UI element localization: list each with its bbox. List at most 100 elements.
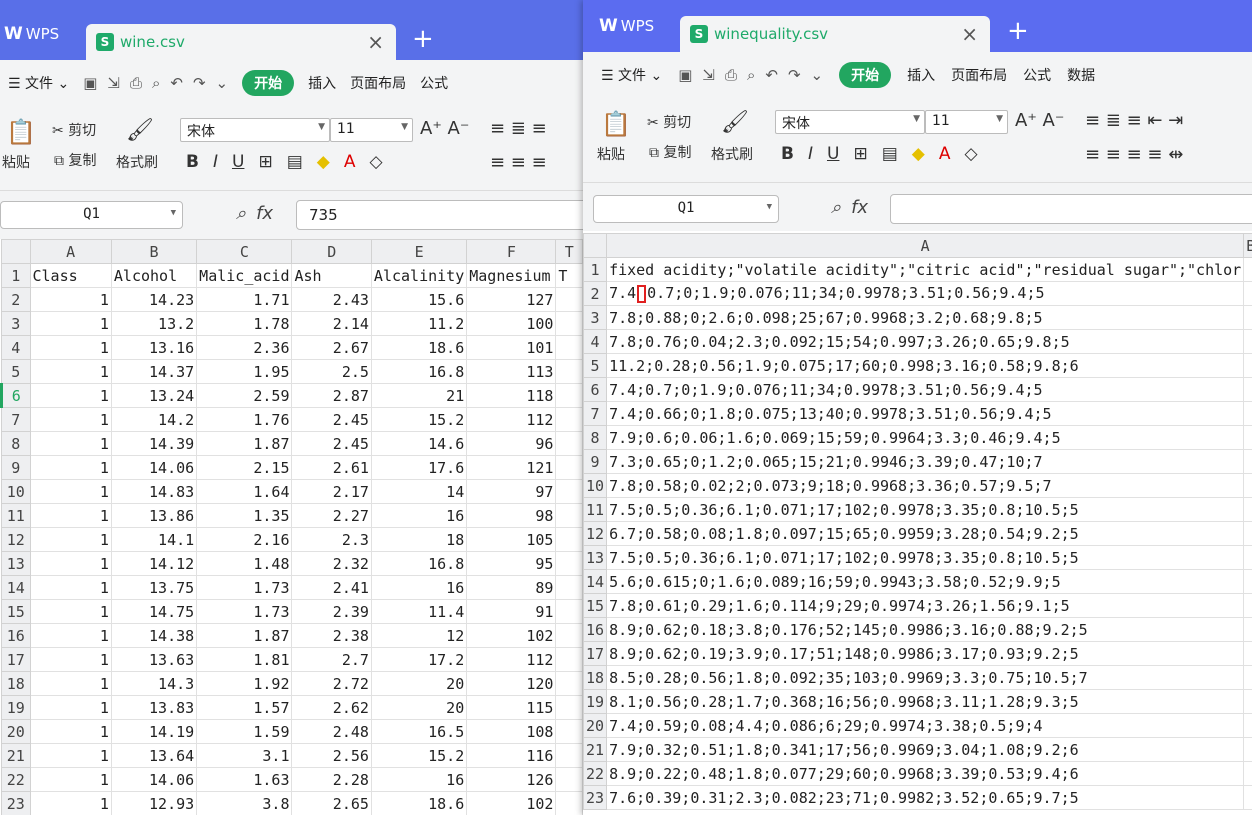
data-cell[interactable]: 1.57: [196, 695, 293, 720]
row-header[interactable]: 19: [583, 689, 608, 714]
row-header[interactable]: 23: [583, 785, 608, 810]
tab-insert[interactable]: 插入: [308, 73, 336, 93]
data-cell[interactable]: 1: [29, 479, 112, 504]
data-cell[interactable]: 1: [29, 791, 112, 815]
data-cell[interactable]: 2.5: [291, 359, 372, 384]
data-cell[interactable]: [1243, 377, 1252, 402]
data-cell[interactable]: 1: [29, 407, 112, 432]
font-name-select[interactable]: 宋体 ▼: [180, 118, 330, 142]
wps-logo[interactable]: W WPS: [4, 24, 59, 44]
data-cell[interactable]: [555, 383, 583, 408]
data-cell[interactable]: 2.27: [291, 503, 372, 528]
fill-icon[interactable]: ▤: [882, 144, 898, 164]
data-cell[interactable]: 11.2: [370, 311, 468, 336]
grow-font-icon[interactable]: A⁺ A⁻: [1015, 110, 1064, 131]
data-cell[interactable]: 7.4 0.7;0;1.9;0.076;11;34;0.9978;3.51;0.5…: [606, 281, 1245, 306]
underline-icon[interactable]: U: [232, 152, 244, 172]
data-cell[interactable]: [555, 671, 583, 696]
data-cell[interactable]: 8.5;0.28;0.56;1.8;0.092;35;103;0.9969;3.…: [606, 665, 1245, 690]
preview-icon[interactable]: ⌕: [747, 66, 755, 84]
data-cell[interactable]: 16.5: [370, 719, 468, 744]
data-cell[interactable]: 16: [370, 575, 468, 600]
data-cell[interactable]: 7.5;0.5;0.36;6.1;0.071;17;102;0.9978;3.3…: [606, 497, 1245, 522]
data-cell[interactable]: 2.45: [291, 407, 372, 432]
redo-icon[interactable]: ↷: [193, 74, 206, 92]
column-header[interactable]: B: [1243, 233, 1252, 258]
close-tab-icon[interactable]: ×: [367, 30, 384, 54]
row-header[interactable]: 8: [583, 425, 608, 450]
data-cell[interactable]: 7.9;0.32;0.51;1.8;0.341;17;56;0.9969;3.0…: [606, 737, 1245, 762]
border-icon[interactable]: ⊞: [853, 144, 867, 164]
data-cell[interactable]: 2.7: [291, 647, 372, 672]
data-cell[interactable]: [1243, 737, 1252, 762]
data-cell[interactable]: fixed acidity;"volatile acidity";"citric…: [606, 257, 1245, 282]
row-header[interactable]: 21: [583, 737, 608, 762]
tab-formula[interactable]: 公式: [420, 73, 448, 93]
cut-button[interactable]: ✂ 剪切: [647, 112, 691, 132]
data-cell[interactable]: 12.93: [110, 791, 198, 815]
clear-icon[interactable]: ◇: [369, 152, 382, 172]
row-header[interactable]: 20: [583, 713, 608, 738]
row-header[interactable]: 13: [583, 545, 608, 570]
data-cell[interactable]: [1243, 593, 1252, 618]
grow-font-icon[interactable]: A⁺ A⁻: [420, 118, 469, 139]
data-cell[interactable]: 2.45: [291, 431, 372, 456]
data-cell[interactable]: 7.8;0.61;0.29;1.6;0.114;9;29;0.9974;3.26…: [606, 593, 1245, 618]
data-cell[interactable]: [555, 647, 583, 672]
data-cell[interactable]: 14.6: [370, 431, 468, 456]
data-cell[interactable]: 14.06: [110, 767, 198, 792]
data-cell[interactable]: [1243, 665, 1252, 690]
data-cell[interactable]: 2.61: [291, 455, 372, 480]
data-cell[interactable]: 127: [466, 287, 557, 312]
data-cell[interactable]: [555, 551, 583, 576]
column-header[interactable]: B: [110, 239, 198, 264]
data-cell[interactable]: 2.67: [291, 335, 372, 360]
data-cell[interactable]: 13.86: [110, 503, 198, 528]
data-cell[interactable]: [1243, 473, 1252, 498]
fx-icon[interactable]: fx: [256, 203, 273, 224]
data-cell[interactable]: 3.1: [196, 743, 293, 768]
print-icon[interactable]: ⎙: [130, 74, 142, 92]
data-cell[interactable]: 112: [466, 647, 557, 672]
italic-icon[interactable]: I: [213, 152, 218, 172]
data-cell[interactable]: 14.38: [110, 623, 198, 648]
data-cell[interactable]: 1: [29, 287, 112, 312]
data-cell[interactable]: 15.2: [370, 407, 468, 432]
data-cell[interactable]: 2.32: [291, 551, 372, 576]
row-header[interactable]: 18: [1, 671, 31, 696]
font-size-select[interactable]: 11 ▼: [330, 118, 413, 142]
row-header[interactable]: 17: [1, 647, 31, 672]
paste-button[interactable]: 粘贴: [597, 144, 625, 164]
header-cell[interactable]: Class: [29, 263, 112, 288]
data-cell[interactable]: 13.75: [110, 575, 198, 600]
column-header[interactable]: C: [196, 239, 293, 264]
data-cell[interactable]: [1243, 761, 1252, 786]
data-cell[interactable]: 18: [370, 527, 468, 552]
copy-button[interactable]: ⧉ 复制: [649, 142, 691, 162]
data-cell[interactable]: 115: [466, 695, 557, 720]
column-header[interactable]: A: [29, 239, 112, 264]
data-cell[interactable]: [1243, 641, 1252, 666]
row-header[interactable]: 15: [583, 593, 608, 618]
row-header[interactable]: 11: [1, 503, 31, 528]
data-cell[interactable]: 1.81: [196, 647, 293, 672]
data-cell[interactable]: 18.6: [370, 791, 468, 815]
data-cell[interactable]: 2.62: [291, 695, 372, 720]
data-cell[interactable]: 2.36: [196, 335, 293, 360]
data-cell[interactable]: 1: [29, 455, 112, 480]
new-tab-icon[interactable]: +: [412, 26, 434, 52]
column-header[interactable]: D: [291, 239, 372, 264]
data-cell[interactable]: 1: [29, 311, 112, 336]
row-header[interactable]: 21: [1, 743, 31, 768]
data-cell[interactable]: 2.41: [291, 575, 372, 600]
data-cell[interactable]: 91: [466, 599, 557, 624]
data-cell[interactable]: 2.56: [291, 743, 372, 768]
row-header[interactable]: 13: [1, 551, 31, 576]
row-header[interactable]: 7: [583, 401, 608, 426]
data-cell[interactable]: 1.64: [196, 479, 293, 504]
data-cell[interactable]: 1.48: [196, 551, 293, 576]
data-cell[interactable]: [555, 431, 583, 456]
data-cell[interactable]: [555, 599, 583, 624]
font-color-icon[interactable]: A: [344, 152, 356, 172]
align-left-icons[interactable]: ≡ ≡ ≡: [490, 152, 547, 173]
